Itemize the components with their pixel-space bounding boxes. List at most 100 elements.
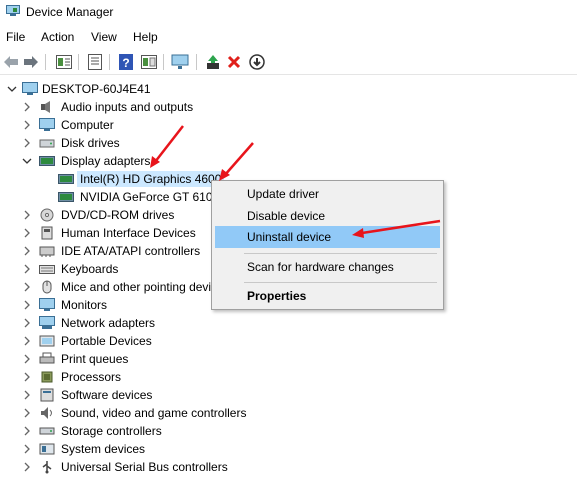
tree-category[interactable]: Disk drives [0,134,577,152]
speaker-icon [41,101,50,113]
category-label: Software devices [61,388,153,402]
category-label: System devices [61,442,146,456]
back-arrow-icon[interactable] [2,53,20,71]
monitor-scan-icon[interactable] [171,53,189,71]
tree-category[interactable]: Network adapters [0,314,577,332]
chevron-right-icon[interactable] [22,318,32,328]
tree-category[interactable]: Audio inputs and outputs [0,98,577,116]
ide-icon [39,246,55,257]
category-label: IDE ATA/ATAPI controllers [61,244,201,258]
menu-disable-device[interactable]: Disable device [215,205,440,227]
tree-category[interactable]: Sound, video and game controllers [0,404,577,422]
menu-help[interactable]: Help [133,30,158,44]
disk-icon [39,139,55,148]
usb-icon [42,461,52,474]
sound-icon [41,407,52,419]
view-icon[interactable] [140,53,158,71]
chevron-right-icon[interactable] [22,336,32,346]
device-label: Intel(R) HD Graphics 4600 [77,171,225,187]
chevron-right-icon[interactable] [22,444,32,454]
chevron-right-icon[interactable] [22,264,32,274]
category-label: Storage controllers [61,424,162,438]
portable-icon [39,335,55,347]
tree-category[interactable]: Universal Serial Bus controllers [0,458,577,476]
chevron-right-icon[interactable] [22,300,32,310]
category-label: Portable Devices [61,334,152,348]
category-label: Keyboards [61,262,119,276]
computer-icon [39,118,55,131]
menu-scan-hardware[interactable]: Scan for hardware changes [215,256,440,278]
menu-update-driver[interactable]: Update driver [215,183,440,205]
monitor-icon [39,298,55,311]
menu-view[interactable]: View [91,30,117,44]
category-label: Sound, video and game controllers [61,406,247,420]
tree-category[interactable]: System devices [0,440,577,458]
dvd-icon [40,208,54,222]
chevron-right-icon[interactable] [22,390,32,400]
update-icon[interactable] [86,53,104,71]
tree-root[interactable]: DESKTOP-60J4E41 [0,80,577,98]
tree-category[interactable]: Portable Devices [0,332,577,350]
help-icon[interactable]: ? [117,53,135,71]
chevron-right-icon[interactable] [22,372,32,382]
category-label: Disk drives [61,136,120,150]
category-label: Network adapters [61,316,156,330]
remove-icon[interactable] [225,53,243,71]
menu-separator [244,282,437,283]
display-adapter-icon [58,192,74,202]
processor-icon [41,371,53,383]
menu-action[interactable]: Action [41,30,74,44]
svg-text:?: ? [122,56,129,70]
chevron-down-icon[interactable] [22,156,32,166]
menu-uninstall-device[interactable]: Uninstall device [215,226,440,248]
properties-icon[interactable] [55,53,73,71]
chevron-right-icon[interactable] [22,120,32,130]
category-label: Mice and other pointing devices [61,280,230,294]
chevron-right-icon[interactable] [22,228,32,238]
toolbar: ? [0,50,577,75]
mouse-icon [42,280,52,294]
tree-category[interactable]: Display adapters [0,152,577,170]
category-label: Processors [61,370,122,384]
printer-icon [39,352,55,364]
window-title: Device Manager [26,5,114,19]
tree-category[interactable]: Computer [0,116,577,134]
tree-category[interactable]: Software devices [0,386,577,404]
menu-properties[interactable]: Properties [215,285,440,307]
storage-icon [39,427,55,435]
menu-file[interactable]: File [6,30,25,44]
chevron-right-icon[interactable] [22,246,32,256]
tree-category[interactable]: Print queues [0,350,577,368]
download-icon[interactable] [248,53,266,71]
menu-bar: File Action View Help [0,28,577,48]
chevron-right-icon[interactable] [22,210,32,220]
category-label: Display adapters [61,154,151,168]
title-bar: Device Manager [0,0,577,24]
display-adapter-icon [39,156,55,166]
device-manager-icon [6,5,20,16]
chevron-down-icon[interactable] [7,84,17,94]
keyboard-icon [39,265,55,274]
context-menu: Update driver Disable device Uninstall d… [211,180,444,310]
add-driver-icon[interactable] [204,53,222,71]
tree-category[interactable]: Storage controllers [0,422,577,440]
chevron-right-icon[interactable] [22,462,32,472]
forward-arrow-icon[interactable] [22,53,40,71]
device-label: NVIDIA GeForce GT 610 [80,190,213,204]
root-label: DESKTOP-60J4E41 [42,82,151,96]
category-label: Human Interface Devices [61,226,196,240]
chevron-right-icon[interactable] [22,354,32,364]
software-icon [40,388,54,402]
chevron-right-icon[interactable] [22,282,32,292]
category-label: Audio inputs and outputs [61,100,194,114]
display-adapter-icon [58,174,74,184]
chevron-right-icon[interactable] [22,138,32,148]
network-icon [39,316,55,329]
chevron-right-icon[interactable] [22,426,32,436]
menu-separator [244,253,437,254]
tree-category[interactable]: Processors [0,368,577,386]
chevron-right-icon[interactable] [22,408,32,418]
category-label: Monitors [61,298,108,312]
category-label: DVD/CD-ROM drives [61,208,175,222]
chevron-right-icon[interactable] [22,102,32,112]
